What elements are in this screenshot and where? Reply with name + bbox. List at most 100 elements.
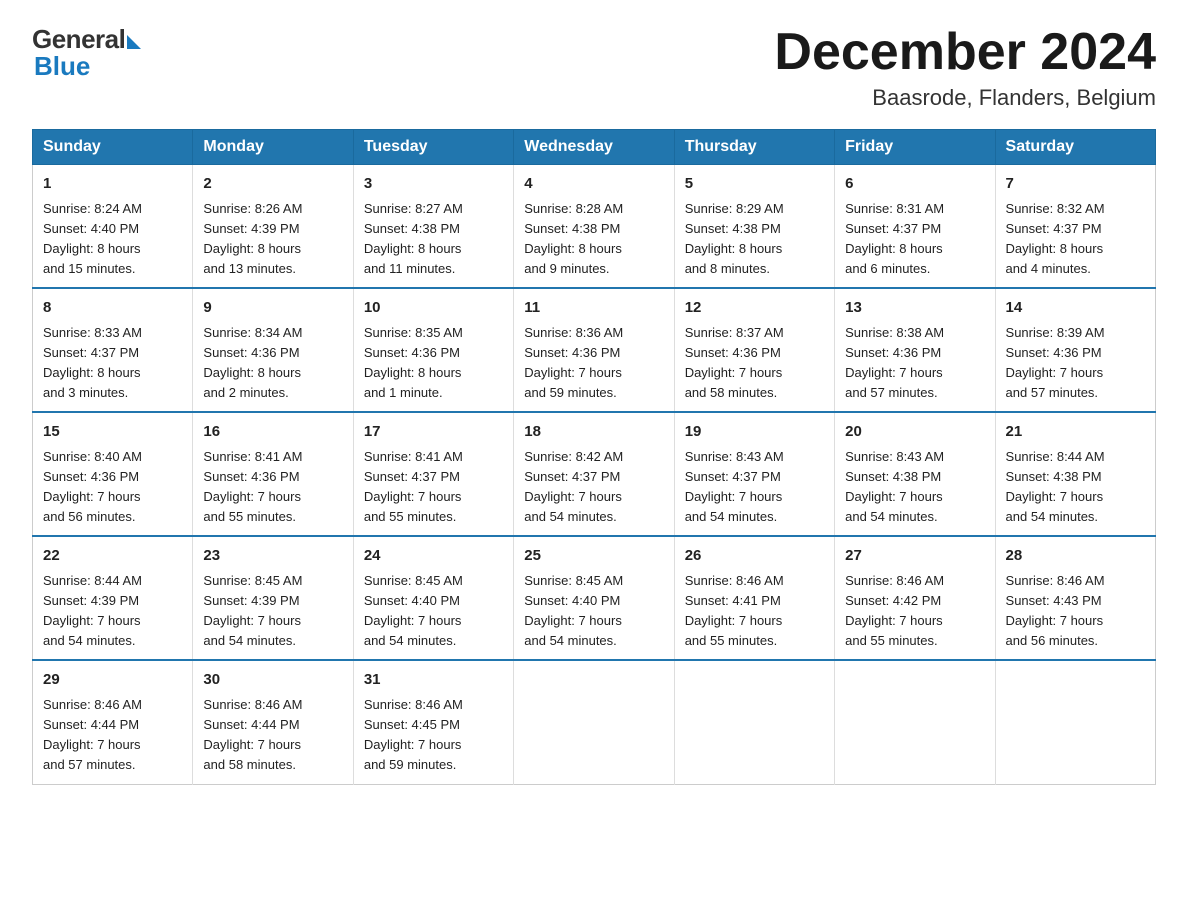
day-number: 24: [364, 545, 503, 568]
day-cell: 8 Sunrise: 8:33 AM Sunset: 4:37 PM Daylig…: [33, 288, 193, 412]
day-cell: 23 Sunrise: 8:45 AM Sunset: 4:39 PM Dayli…: [193, 536, 353, 660]
day-number: 8: [43, 297, 182, 320]
header-cell-sunday: Sunday: [33, 130, 193, 165]
day-info: Sunrise: 8:35 AM Sunset: 4:36 PM Dayligh…: [364, 323, 503, 404]
day-cell: [995, 660, 1155, 784]
day-info: Sunrise: 8:38 AM Sunset: 4:36 PM Dayligh…: [845, 323, 984, 404]
calendar-table: SundayMondayTuesdayWednesdayThursdayFrid…: [32, 129, 1156, 784]
day-cell: 3 Sunrise: 8:27 AM Sunset: 4:38 PM Daylig…: [353, 165, 513, 289]
day-cell: 29Sunrise: 8:46 AM Sunset: 4:44 PM Dayli…: [33, 660, 193, 784]
day-number: 21: [1006, 421, 1145, 444]
day-number: 18: [524, 421, 663, 444]
day-number: 20: [845, 421, 984, 444]
title-block: December 2024 Baasrode, Flanders, Belgiu…: [774, 24, 1156, 111]
calendar-body: 1Sunrise: 8:24 AM Sunset: 4:40 PM Daylig…: [33, 165, 1156, 784]
calendar-header: SundayMondayTuesdayWednesdayThursdayFrid…: [33, 130, 1156, 165]
day-cell: 1Sunrise: 8:24 AM Sunset: 4:40 PM Daylig…: [33, 165, 193, 289]
day-cell: 24 Sunrise: 8:45 AM Sunset: 4:40 PM Dayli…: [353, 536, 513, 660]
day-cell: 18 Sunrise: 8:42 AM Sunset: 4:37 PM Dayli…: [514, 412, 674, 536]
day-info: Sunrise: 8:33 AM Sunset: 4:37 PM Dayligh…: [43, 323, 182, 404]
day-number: 31: [364, 669, 503, 692]
day-cell: 20 Sunrise: 8:43 AM Sunset: 4:38 PM Dayli…: [835, 412, 995, 536]
day-cell: 14 Sunrise: 8:39 AM Sunset: 4:36 PM Dayli…: [995, 288, 1155, 412]
day-number: 27: [845, 545, 984, 568]
day-number: 1: [43, 173, 182, 196]
day-cell: 5 Sunrise: 8:29 AM Sunset: 4:38 PM Daylig…: [674, 165, 834, 289]
logo-triangle-icon: [127, 35, 141, 49]
day-number: 26: [685, 545, 824, 568]
day-cell: 30Sunrise: 8:46 AM Sunset: 4:44 PM Dayli…: [193, 660, 353, 784]
day-info: Sunrise: 8:27 AM Sunset: 4:38 PM Dayligh…: [364, 199, 503, 280]
day-number: 3: [364, 173, 503, 196]
day-info: Sunrise: 8:29 AM Sunset: 4:38 PM Dayligh…: [685, 199, 824, 280]
day-info: Sunrise: 8:43 AM Sunset: 4:38 PM Dayligh…: [845, 447, 984, 528]
day-number: 4: [524, 173, 663, 196]
day-info: Sunrise: 8:42 AM Sunset: 4:37 PM Dayligh…: [524, 447, 663, 528]
header-cell-thursday: Thursday: [674, 130, 834, 165]
day-cell: 2 Sunrise: 8:26 AM Sunset: 4:39 PM Daylig…: [193, 165, 353, 289]
day-number: 13: [845, 297, 984, 320]
day-info: Sunrise: 8:45 AM Sunset: 4:39 PM Dayligh…: [203, 571, 342, 652]
day-number: 6: [845, 173, 984, 196]
day-number: 19: [685, 421, 824, 444]
logo: General Blue: [32, 24, 141, 82]
week-row-1: 1Sunrise: 8:24 AM Sunset: 4:40 PM Daylig…: [33, 165, 1156, 289]
header-cell-friday: Friday: [835, 130, 995, 165]
day-info: Sunrise: 8:45 AM Sunset: 4:40 PM Dayligh…: [524, 571, 663, 652]
day-cell: 17Sunrise: 8:41 AM Sunset: 4:37 PM Dayli…: [353, 412, 513, 536]
day-info: Sunrise: 8:32 AM Sunset: 4:37 PM Dayligh…: [1006, 199, 1145, 280]
day-cell: 21Sunrise: 8:44 AM Sunset: 4:38 PM Dayli…: [995, 412, 1155, 536]
month-year-title: December 2024: [774, 24, 1156, 81]
week-row-4: 22 Sunrise: 8:44 AM Sunset: 4:39 PM Dayli…: [33, 536, 1156, 660]
day-cell: [674, 660, 834, 784]
day-cell: 16Sunrise: 8:41 AM Sunset: 4:36 PM Dayli…: [193, 412, 353, 536]
week-row-5: 29Sunrise: 8:46 AM Sunset: 4:44 PM Dayli…: [33, 660, 1156, 784]
day-number: 12: [685, 297, 824, 320]
day-cell: 22 Sunrise: 8:44 AM Sunset: 4:39 PM Dayli…: [33, 536, 193, 660]
header-cell-tuesday: Tuesday: [353, 130, 513, 165]
day-cell: [835, 660, 995, 784]
day-cell: 12Sunrise: 8:37 AM Sunset: 4:36 PM Dayli…: [674, 288, 834, 412]
day-cell: 10Sunrise: 8:35 AM Sunset: 4:36 PM Dayli…: [353, 288, 513, 412]
day-number: 22: [43, 545, 182, 568]
day-info: Sunrise: 8:39 AM Sunset: 4:36 PM Dayligh…: [1006, 323, 1145, 404]
day-info: Sunrise: 8:34 AM Sunset: 4:36 PM Dayligh…: [203, 323, 342, 404]
day-info: Sunrise: 8:41 AM Sunset: 4:37 PM Dayligh…: [364, 447, 503, 528]
week-row-3: 15Sunrise: 8:40 AM Sunset: 4:36 PM Dayli…: [33, 412, 1156, 536]
day-number: 2: [203, 173, 342, 196]
day-info: Sunrise: 8:46 AM Sunset: 4:42 PM Dayligh…: [845, 571, 984, 652]
day-cell: 31Sunrise: 8:46 AM Sunset: 4:45 PM Dayli…: [353, 660, 513, 784]
day-number: 7: [1006, 173, 1145, 196]
day-number: 30: [203, 669, 342, 692]
day-cell: 9 Sunrise: 8:34 AM Sunset: 4:36 PM Daylig…: [193, 288, 353, 412]
day-info: Sunrise: 8:26 AM Sunset: 4:39 PM Dayligh…: [203, 199, 342, 280]
day-cell: 11Sunrise: 8:36 AM Sunset: 4:36 PM Dayli…: [514, 288, 674, 412]
day-cell: 19Sunrise: 8:43 AM Sunset: 4:37 PM Dayli…: [674, 412, 834, 536]
day-number: 9: [203, 297, 342, 320]
day-number: 15: [43, 421, 182, 444]
header-cell-wednesday: Wednesday: [514, 130, 674, 165]
day-number: 25: [524, 545, 663, 568]
day-number: 29: [43, 669, 182, 692]
day-cell: 15Sunrise: 8:40 AM Sunset: 4:36 PM Dayli…: [33, 412, 193, 536]
day-cell: 6 Sunrise: 8:31 AM Sunset: 4:37 PM Daylig…: [835, 165, 995, 289]
day-info: Sunrise: 8:46 AM Sunset: 4:41 PM Dayligh…: [685, 571, 824, 652]
day-cell: [514, 660, 674, 784]
day-info: Sunrise: 8:44 AM Sunset: 4:39 PM Dayligh…: [43, 571, 182, 652]
day-cell: 7 Sunrise: 8:32 AM Sunset: 4:37 PM Daylig…: [995, 165, 1155, 289]
logo-blue-text: Blue: [34, 51, 90, 82]
location-subtitle: Baasrode, Flanders, Belgium: [774, 85, 1156, 111]
day-info: Sunrise: 8:31 AM Sunset: 4:37 PM Dayligh…: [845, 199, 984, 280]
day-cell: 28Sunrise: 8:46 AM Sunset: 4:43 PM Dayli…: [995, 536, 1155, 660]
header-cell-saturday: Saturday: [995, 130, 1155, 165]
day-info: Sunrise: 8:45 AM Sunset: 4:40 PM Dayligh…: [364, 571, 503, 652]
day-number: 5: [685, 173, 824, 196]
day-cell: 26 Sunrise: 8:46 AM Sunset: 4:41 PM Dayli…: [674, 536, 834, 660]
day-number: 16: [203, 421, 342, 444]
week-row-2: 8 Sunrise: 8:33 AM Sunset: 4:37 PM Daylig…: [33, 288, 1156, 412]
header-cell-monday: Monday: [193, 130, 353, 165]
page-header: General Blue December 2024 Baasrode, Fla…: [32, 24, 1156, 111]
day-number: 23: [203, 545, 342, 568]
day-cell: 13 Sunrise: 8:38 AM Sunset: 4:36 PM Dayli…: [835, 288, 995, 412]
day-number: 14: [1006, 297, 1145, 320]
